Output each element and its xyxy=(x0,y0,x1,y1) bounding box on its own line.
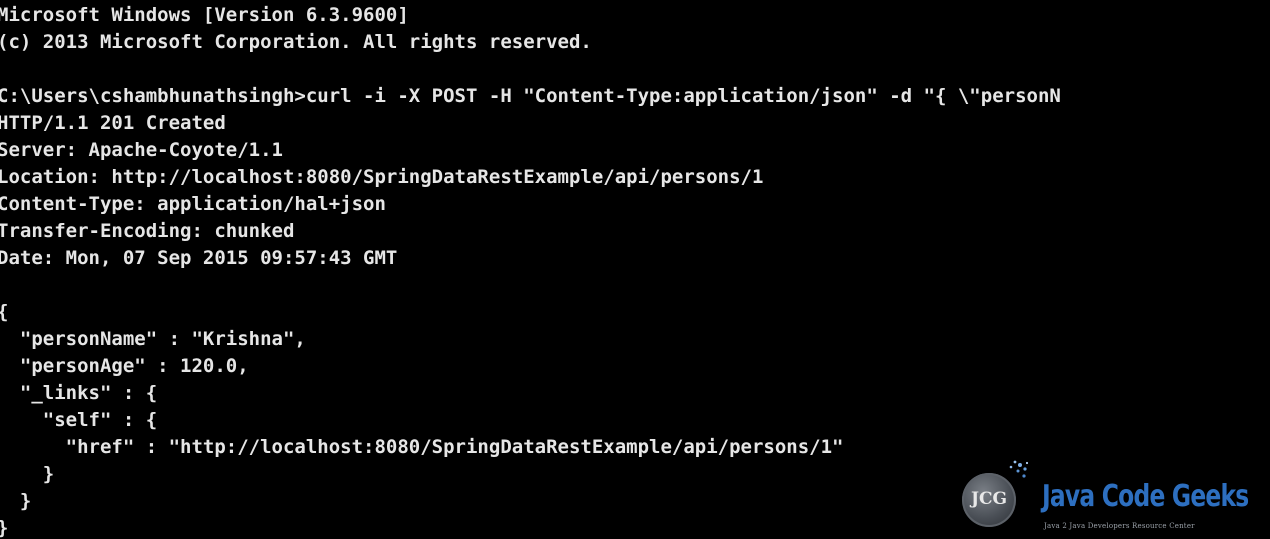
logo-text: JCG xyxy=(970,489,1008,509)
console-line-json: "href" : "http://localhost:8080/SpringDa… xyxy=(0,436,844,458)
console-line-json: } xyxy=(0,515,1061,539)
console-line-location: Location: http://localhost:8080/SpringDa… xyxy=(0,166,764,188)
console-line-json: } xyxy=(0,463,55,485)
console-output: Microsoft Windows [Version 6.3.9600] (c)… xyxy=(0,2,1061,539)
console-line-json: "self" : { xyxy=(0,409,158,431)
brand-name: Java Code Geeks xyxy=(1042,479,1249,514)
console-line-json: "_links" : { xyxy=(0,382,158,404)
console-line-version: Microsoft Windows [Version 6.3.9600] xyxy=(0,4,409,26)
console-line-json: "personAge" : 120.0, xyxy=(0,355,249,377)
console-window[interactable]: Microsoft Windows [Version 6.3.9600] (c)… xyxy=(0,0,1270,539)
watermark-logo: JCG Java Code Geeks Java 2 Java Develope… xyxy=(956,455,1270,539)
jcg-logo-icon: JCG xyxy=(962,473,1016,527)
console-line-json: "personName" : "Krishna", xyxy=(0,328,306,350)
console-line-json: { xyxy=(0,299,1061,326)
brand-tagline: Java 2 Java Developers Resource Center xyxy=(1044,522,1195,530)
console-line-content-type: Content-Type: application/hal+json xyxy=(0,193,386,215)
console-line-server: Server: Apache-Coyote/1.1 xyxy=(0,139,283,161)
console-line-copyright: (c) 2013 Microsoft Corporation. All righ… xyxy=(0,31,592,53)
console-line-json: } xyxy=(0,490,32,512)
console-line-date: Date: Mon, 07 Sep 2015 09:57:43 GMT xyxy=(0,247,398,269)
console-line-command: C:\Users\cshambhunathsingh>curl -i -X PO… xyxy=(0,85,1061,107)
console-line-status: HTTP/1.1 201 Created xyxy=(0,112,226,134)
console-line-transfer-encoding: Transfer-Encoding: chunked xyxy=(0,220,295,242)
